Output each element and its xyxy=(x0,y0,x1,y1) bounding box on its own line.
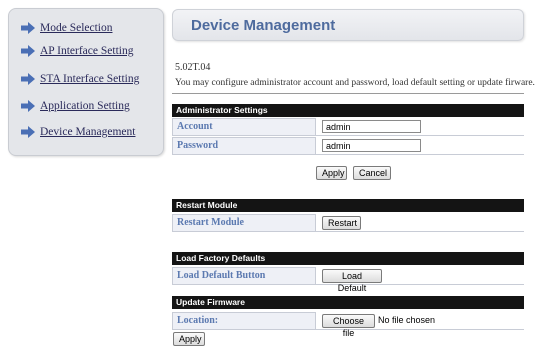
sidebar-item-label: AP Interface Setting xyxy=(40,45,134,57)
page-title: Device Management xyxy=(191,17,336,34)
arrow-right-icon xyxy=(21,126,35,138)
arrow-right-icon xyxy=(21,100,35,112)
arrow-right-icon xyxy=(21,73,35,85)
password-input[interactable] xyxy=(322,139,421,152)
account-row: Account xyxy=(172,118,524,136)
sidebar-item-label: Application Setting xyxy=(40,100,130,112)
firmware-location-row: Location: Choose file No file chosen xyxy=(172,312,524,338)
sidebar-item-sta-interface[interactable]: STA Interface Setting xyxy=(21,71,139,87)
firmware-apply-button[interactable]: Apply xyxy=(173,332,205,346)
sidebar-menu: Mode Selection AP Interface Setting STA … xyxy=(8,8,164,156)
section-header-restart: Restart Module xyxy=(172,199,524,212)
password-row: Password xyxy=(172,137,524,155)
restart-row: Restart Module Restart xyxy=(172,214,524,232)
sidebar-item-label: Device Management xyxy=(40,126,136,138)
sidebar-item-label: STA Interface Setting xyxy=(40,73,140,85)
file-status: No file chosen xyxy=(378,315,436,325)
admin-apply-button[interactable]: Apply xyxy=(316,166,347,180)
restart-button[interactable]: Restart xyxy=(322,216,361,230)
sidebar-item-application[interactable]: Application Setting xyxy=(21,98,130,114)
page-header: Device Management xyxy=(172,9,524,41)
load-default-label: Load Default Button xyxy=(172,267,316,284)
load-default-button[interactable]: Load Default xyxy=(322,269,382,293)
section-header-defaults: Load Factory Defaults xyxy=(172,252,524,265)
admin-cancel-button[interactable]: Cancel xyxy=(353,166,391,180)
section-header-firmware: Update Firmware xyxy=(172,296,524,309)
location-label: Location: xyxy=(172,312,316,329)
account-input[interactable] xyxy=(322,120,421,133)
load-default-row: Load Default Button Load Default xyxy=(172,267,524,293)
restart-label: Restart Module xyxy=(172,214,316,231)
divider xyxy=(172,93,524,94)
password-label: Password xyxy=(172,137,316,154)
sidebar-item-mode-selection[interactable]: Mode Selection xyxy=(21,20,113,36)
arrow-right-icon xyxy=(21,22,35,34)
arrow-right-icon xyxy=(21,45,35,57)
sidebar-item-ap-interface[interactable]: AP Interface Setting xyxy=(21,43,133,59)
sidebar-item-label: Mode Selection xyxy=(40,22,113,34)
choose-file-button[interactable]: Choose file xyxy=(322,314,375,338)
sidebar-item-device-management[interactable]: Device Management xyxy=(21,124,135,140)
firmware-version: 5.02T.04 xyxy=(175,62,211,73)
page-description: You may configure administrator account … xyxy=(175,78,535,88)
account-label: Account xyxy=(172,118,316,135)
section-header-admin: Administrator Settings xyxy=(172,104,524,117)
